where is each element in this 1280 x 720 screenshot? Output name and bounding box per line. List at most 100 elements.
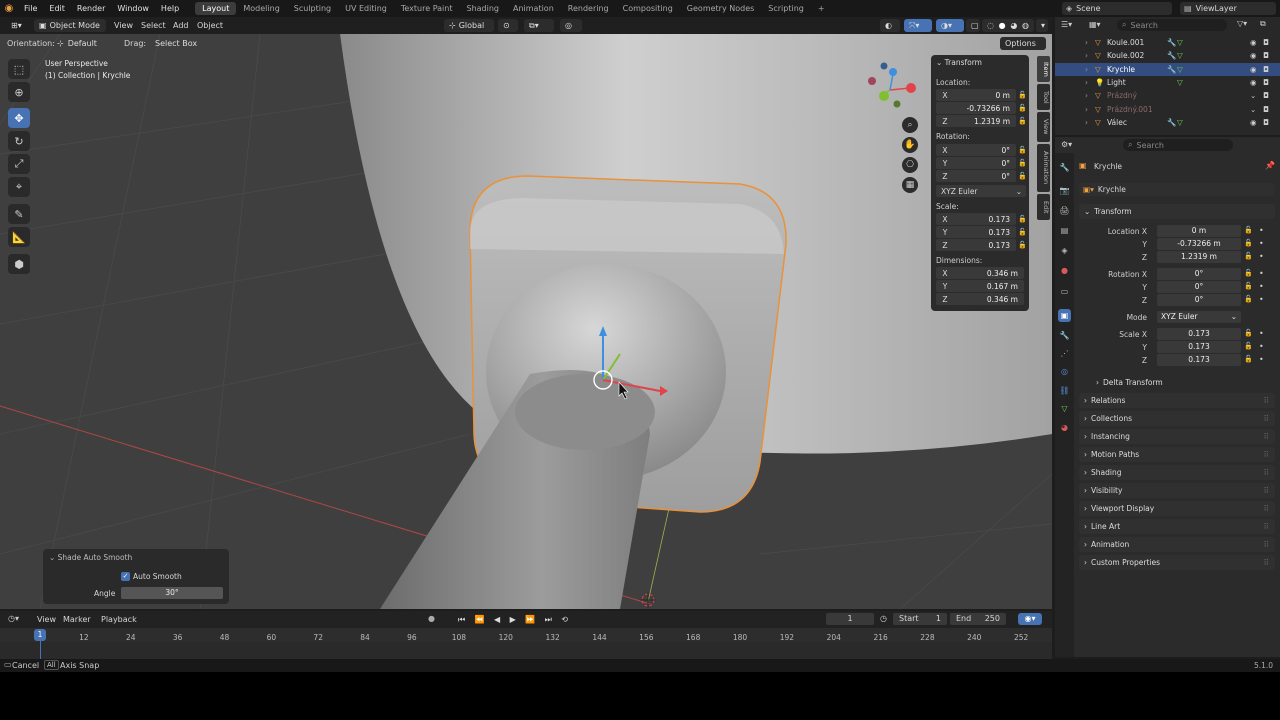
- property-section-header[interactable]: › Motion Paths ⠿: [1079, 447, 1275, 462]
- property-section-header[interactable]: › Animation ⠿: [1079, 537, 1275, 552]
- pin-icon[interactable]: 📌: [1265, 161, 1275, 170]
- lock-icon[interactable]: 🔓: [1018, 91, 1027, 99]
- options-button[interactable]: Options: [1000, 37, 1046, 50]
- filter-icon[interactable]: ▽▾: [1237, 19, 1247, 28]
- drag-handle-icon[interactable]: ⠿: [1264, 558, 1270, 567]
- lock-icon[interactable]: 🔓: [1244, 342, 1253, 350]
- transform-tool[interactable]: ⌖: [8, 177, 30, 197]
- menu-file[interactable]: File: [18, 4, 43, 13]
- drag-handle-icon[interactable]: ⠿: [1264, 450, 1270, 459]
- property-section-header[interactable]: › Visibility ⠿: [1079, 483, 1275, 498]
- outliner-row[interactable]: › ▽ Prázdný.001 ⌄ ◘: [1055, 103, 1280, 116]
- menu-edit[interactable]: Edit: [43, 4, 71, 13]
- playhead[interactable]: 1: [34, 629, 46, 641]
- lock-icon[interactable]: 🔓: [1018, 215, 1027, 223]
- lock-icon[interactable]: 🔓: [1018, 172, 1027, 180]
- transform-orientation-selector[interactable]: ⊹ Global: [444, 19, 494, 32]
- keyframe-dot-icon[interactable]: •: [1259, 329, 1264, 338]
- tab-modeling[interactable]: Modeling: [236, 4, 286, 13]
- rendered-icon[interactable]: ◍: [1022, 21, 1029, 30]
- expand-arrow-icon[interactable]: ›: [1085, 51, 1095, 60]
- outliner-search[interactable]: ⌕ Search: [1117, 19, 1227, 31]
- snap-toggle[interactable]: ⧉▾: [524, 19, 554, 32]
- drag-handle-icon[interactable]: ⠿: [1264, 396, 1270, 405]
- play-icon[interactable]: ▶: [510, 615, 516, 624]
- material-properties-icon[interactable]: ◕: [1058, 421, 1071, 434]
- outliner-row[interactable]: › ▽ Koule.001 🔧 ▽ ◉ ◘: [1055, 36, 1280, 49]
- expand-arrow-icon[interactable]: ›: [1085, 118, 1095, 127]
- properties-search[interactable]: ⌕ Search: [1123, 139, 1233, 151]
- end-frame-field[interactable]: End 250: [950, 613, 1006, 625]
- prop-location-x[interactable]: 0 m: [1157, 225, 1241, 237]
- jump-start-icon[interactable]: ⏮: [458, 615, 465, 625]
- tab-shading[interactable]: Shading: [459, 4, 506, 13]
- keyframe-dot-icon[interactable]: •: [1259, 295, 1264, 304]
- drag-handle-icon[interactable]: ⠿: [1264, 414, 1270, 423]
- expand-arrow-icon[interactable]: ›: [1085, 91, 1095, 100]
- tab-sculpting[interactable]: Sculpting: [287, 4, 338, 13]
- timeline-area[interactable]: 1: [0, 628, 1052, 659]
- annotate-tool[interactable]: ✎: [8, 204, 30, 224]
- shading-options-button[interactable]: ▾: [1036, 19, 1048, 32]
- expand-arrow-icon[interactable]: ›: [1085, 38, 1095, 47]
- keyframe-dot-icon[interactable]: •: [1259, 252, 1264, 261]
- prop-rotation-mode-dropdown[interactable]: XYZ Euler ⌄: [1157, 311, 1241, 323]
- start-frame-field[interactable]: Start 1: [893, 613, 947, 625]
- auto-keying-toggle[interactable]: ●: [428, 614, 435, 623]
- gizmo-toggle[interactable]: ⤧▾: [904, 19, 932, 32]
- select-box-tool[interactable]: ⬚: [8, 59, 30, 79]
- tab-geometry-nodes[interactable]: Geometry Nodes: [680, 4, 761, 13]
- sidetab-edit[interactable]: Edit: [1037, 194, 1050, 220]
- visibility-eye-icon[interactable]: ◉: [1250, 118, 1257, 127]
- orientation-dropdown[interactable]: ⊹ Default: [52, 37, 118, 50]
- location-x-field[interactable]: X0 m: [936, 89, 1016, 101]
- menu-render[interactable]: Render: [71, 4, 111, 13]
- view-layer-selector[interactable]: ▤ ViewLayer: [1180, 2, 1276, 15]
- delta-transform-header[interactable]: › Delta Transform: [1091, 375, 1275, 390]
- keyframe-dot-icon[interactable]: •: [1259, 342, 1264, 351]
- prop-rotation-x[interactable]: 0°: [1157, 268, 1241, 280]
- timeline-editor-icon[interactable]: ◷▾: [8, 614, 19, 623]
- render-properties-icon[interactable]: 📷: [1058, 184, 1071, 197]
- angle-field[interactable]: 30°: [121, 587, 223, 599]
- rotation-z-field[interactable]: Z 0°: [936, 170, 1016, 182]
- proportional-edit-button[interactable]: ◎: [560, 19, 582, 32]
- prop-location-z[interactable]: 1.2319 m: [1157, 251, 1241, 263]
- render-camera-icon[interactable]: ◘: [1263, 105, 1269, 114]
- measure-tool[interactable]: 📐: [8, 227, 30, 247]
- dimensions-z-field[interactable]: Z 0.346 m: [936, 293, 1024, 305]
- expand-arrow-icon[interactable]: ›: [1085, 65, 1095, 74]
- sidetab-tool[interactable]: Tool: [1037, 84, 1050, 110]
- xray-toggle[interactable]: ▢: [966, 19, 980, 32]
- play-reverse-icon[interactable]: ◀: [494, 615, 500, 624]
- wireframe-icon[interactable]: ◌: [987, 21, 994, 30]
- particles-properties-icon[interactable]: ⋰: [1058, 347, 1071, 360]
- transform-section-header[interactable]: ⌄ Transform: [1079, 204, 1275, 219]
- keyframe-dot-icon[interactable]: •: [1259, 269, 1264, 278]
- timeline-menu-marker[interactable]: Marker: [63, 615, 91, 624]
- object-properties-icon[interactable]: ▣: [1058, 309, 1071, 322]
- dimensions-y-field[interactable]: Y 0.167 m: [936, 280, 1024, 292]
- tab-compositing[interactable]: Compositing: [616, 4, 680, 13]
- data-properties-icon[interactable]: ▽: [1058, 402, 1071, 415]
- tool-properties-icon[interactable]: 🔧: [1058, 161, 1071, 174]
- jump-end-icon[interactable]: ⏭: [545, 615, 552, 625]
- mode-selector[interactable]: ▣ Object Mode: [34, 19, 106, 32]
- rotation-mode-dropdown[interactable]: XYZ Euler ⌄: [936, 185, 1026, 197]
- visibility-eye-icon[interactable]: ◉: [1250, 65, 1257, 74]
- sidetab-view[interactable]: View: [1037, 112, 1050, 142]
- property-section-header[interactable]: › Line Art ⠿: [1079, 519, 1275, 534]
- preview-range-icon[interactable]: ◷: [880, 614, 887, 623]
- lock-icon[interactable]: 🔓: [1018, 104, 1027, 112]
- scale-tool[interactable]: ⤢: [8, 154, 30, 174]
- lock-icon[interactable]: 🔓: [1018, 159, 1027, 167]
- keyframe-dot-icon[interactable]: •: [1259, 282, 1264, 291]
- render-camera-icon[interactable]: ◘: [1263, 65, 1269, 74]
- visibility-eye-icon[interactable]: ◉: [1250, 38, 1257, 47]
- tab-texture-paint[interactable]: Texture Paint: [394, 4, 460, 13]
- display-mode-icon[interactable]: ▦▾: [1089, 20, 1101, 29]
- lock-icon[interactable]: 🔓: [1244, 329, 1253, 337]
- lock-icon[interactable]: 🔓: [1244, 355, 1253, 363]
- location-y-field[interactable]: Y-0.73266 m: [936, 102, 1016, 114]
- drag-handle-icon[interactable]: ⠿: [1264, 468, 1270, 477]
